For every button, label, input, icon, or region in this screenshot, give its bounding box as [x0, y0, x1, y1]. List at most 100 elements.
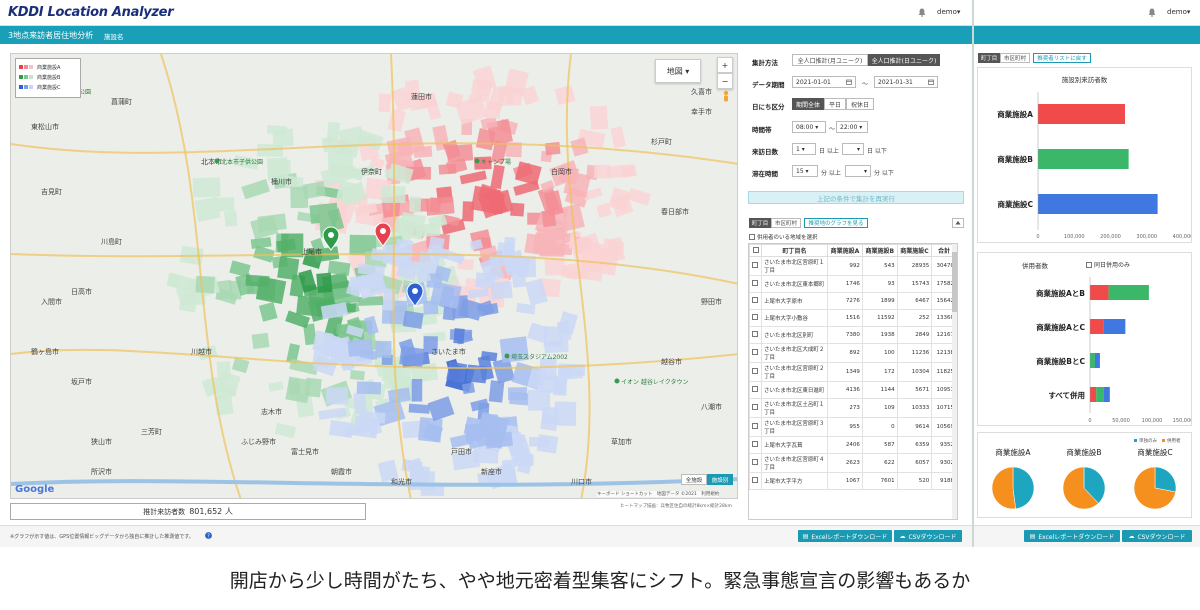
- table-row[interactable]: さいたま市北区宮原町３丁目 955 0 9614 10569: [749, 417, 957, 437]
- col-facility-c[interactable]: 商業施設C: [896, 244, 933, 257]
- table-row[interactable]: さいたま市北区大成町２丁目 892 100 11236 12138: [749, 343, 957, 363]
- row-checkbox[interactable]: [752, 262, 758, 268]
- row-select-cell[interactable]: [749, 275, 762, 293]
- row-select-cell[interactable]: [749, 343, 762, 363]
- stay-from-select[interactable]: 15 ▾: [792, 165, 818, 177]
- table-row[interactable]: さいたま市北区宮原町４丁目 2623 622 6057 9302: [749, 453, 957, 473]
- table-row[interactable]: 上尾市大字原市 7276 1899 6467 15642: [749, 292, 957, 310]
- row-select-cell[interactable]: [749, 472, 762, 490]
- select-all-header[interactable]: [749, 244, 762, 257]
- back-to-list-button[interactable]: 推奨者リストに戻す: [1033, 53, 1091, 63]
- co-visit-bar: [1103, 319, 1126, 334]
- zoom-in-button[interactable]: +: [717, 57, 733, 73]
- toggle-by-facility[interactable]: 施設別: [707, 474, 733, 485]
- help-icon[interactable]: ?: [205, 532, 212, 539]
- row-checkbox[interactable]: [752, 386, 758, 392]
- row-select-cell[interactable]: [749, 326, 762, 344]
- table-row[interactable]: さいたま市北区別町 7380 1938 2849 12167: [749, 326, 957, 344]
- time-to-select[interactable]: 22:00 ▾: [836, 121, 868, 133]
- table-tab-city[interactable]: 市区町村: [771, 218, 801, 228]
- heat-area-c: [408, 403, 431, 414]
- same-day-checkbox[interactable]: [1086, 261, 1092, 268]
- row-select-cell[interactable]: [749, 436, 762, 454]
- row-select-cell[interactable]: [749, 309, 762, 327]
- pegman-icon[interactable]: [721, 90, 731, 104]
- scroll-top-button[interactable]: [952, 218, 964, 228]
- value-cell: 6359: [896, 436, 933, 454]
- document-icon: ▤: [1029, 532, 1036, 540]
- row-checkbox[interactable]: [752, 280, 758, 286]
- excel-download-button-right[interactable]: ▤ Excelレポートダウンロード: [1024, 530, 1120, 542]
- date-to-input[interactable]: 2021-01-31: [874, 76, 938, 88]
- caption: 開店から少し時間がたち、やや地元密着型集客にシフト。緊急事態宣言の影響もあるか: [229, 570, 971, 592]
- table-row[interactable]: さいたま市北区東本郷町 1746 93 15743 17582: [749, 275, 957, 293]
- area-table[interactable]: 町丁目名 商業施設A 商業施設B 商業施設C 合計 さいたま市北区宮原町１丁目 9…: [748, 243, 958, 520]
- map-type-button[interactable]: 地図 ▾: [655, 59, 701, 83]
- row-select-cell[interactable]: [749, 381, 762, 399]
- method-option-daily[interactable]: 全人口推計(日ユニーク): [868, 54, 940, 66]
- row-checkbox[interactable]: [752, 423, 758, 429]
- category-label: 商業施設AとB: [1036, 288, 1085, 298]
- calendar-icon[interactable]: [846, 79, 852, 85]
- csv-download-button-right[interactable]: ☁ CSVダウンロード: [1122, 530, 1192, 542]
- select-all-checkbox[interactable]: [752, 247, 759, 253]
- bell-icon[interactable]: [918, 8, 926, 17]
- zoom-out-button[interactable]: −: [717, 73, 733, 89]
- table-row[interactable]: 上尾市大字小敷谷 1516 11592 252 13360: [749, 309, 957, 327]
- row-checkbox[interactable]: [752, 331, 758, 337]
- user-menu[interactable]: demo▾: [1167, 8, 1190, 16]
- facility-name-label[interactable]: 施設名: [104, 31, 124, 41]
- rerun-button[interactable]: 上記の条件で集計を再実行: [748, 191, 964, 204]
- method-option-monthly[interactable]: 全人口推計(月ユニーク): [792, 54, 868, 66]
- visits-from-select[interactable]: 1 ▾: [792, 143, 816, 155]
- date-from-input[interactable]: 2021-01-01: [792, 76, 856, 88]
- col-facility-b[interactable]: 商業施設B: [861, 244, 898, 257]
- row-select-cell[interactable]: [749, 417, 762, 437]
- table-row[interactable]: さいたま市北区宮原町１丁目 992 543 28935 30470: [749, 256, 957, 276]
- table-scrollbar[interactable]: [952, 244, 957, 519]
- table-tab-town[interactable]: 町丁目: [749, 218, 771, 228]
- co-visit-option[interactable]: 併用者のいる地域を選択: [749, 233, 818, 241]
- user-menu[interactable]: demo▾: [937, 8, 960, 16]
- time-from-select[interactable]: 08:00 ▾: [792, 121, 826, 133]
- row-checkbox[interactable]: [752, 477, 758, 483]
- row-select-cell[interactable]: [749, 453, 762, 473]
- table-row[interactable]: 上尾市大字平方 1067 7601 520 9188: [749, 472, 957, 490]
- daytype-option-all[interactable]: 期間全体: [792, 98, 824, 110]
- map-canvas[interactable]: 東松山市北本市桶川市上尾市さいたま市川越市越谷市春日部市草加市川口市戸田市所沢市…: [11, 54, 738, 499]
- heatmap-map[interactable]: 東松山市 北本市 桶川市 上尾市 さいたま市 川越市 越谷市 春日部市 草加市 川口市 戸田市 所沢市…: [10, 53, 738, 499]
- bar-facility-b: [1038, 149, 1129, 169]
- same-day-option[interactable]: 同日併用のみ: [1086, 260, 1130, 269]
- row-checkbox[interactable]: [752, 349, 758, 355]
- daytype-option-holiday[interactable]: 祝休日: [846, 98, 874, 110]
- row-select-cell[interactable]: [749, 256, 762, 276]
- graph-view-button[interactable]: 推奨地のグラフを見る: [804, 218, 868, 228]
- daytype-option-weekday[interactable]: 平日: [824, 98, 846, 110]
- table-row[interactable]: さいたま市北区土呂町１丁目 273 109 10333 10715: [749, 398, 957, 418]
- visits-to-select[interactable]: ▾: [842, 143, 864, 155]
- right-tab-city[interactable]: 市区町村: [1000, 53, 1030, 63]
- right-tab-town[interactable]: 町丁目: [978, 53, 1000, 63]
- row-checkbox[interactable]: [752, 459, 758, 465]
- bell-icon[interactable]: [1148, 8, 1156, 17]
- row-checkbox[interactable]: [752, 314, 758, 320]
- row-checkbox[interactable]: [752, 404, 758, 410]
- row-select-cell[interactable]: [749, 398, 762, 418]
- co-visit-checkbox[interactable]: [749, 234, 755, 240]
- csv-download-button[interactable]: ☁ CSVダウンロード: [894, 530, 962, 542]
- table-row[interactable]: 上尾市大字瓦葺 2406 587 6359 9352: [749, 436, 957, 454]
- page-header-right: [974, 26, 1200, 44]
- row-checkbox[interactable]: [752, 441, 758, 447]
- excel-download-button[interactable]: ▤ Excelレポートダウンロード: [798, 530, 892, 542]
- row-checkbox[interactable]: [752, 368, 758, 374]
- table-row[interactable]: さいたま市北区宮原町２丁目 1349 172 10304 11825: [749, 362, 957, 382]
- calendar-icon[interactable]: [928, 79, 934, 85]
- toggle-all-facilities[interactable]: 全施設: [681, 474, 707, 485]
- row-select-cell[interactable]: [749, 362, 762, 382]
- row-select-cell[interactable]: [749, 292, 762, 310]
- table-row[interactable]: さいたま市北区東日進町 4136 1144 5671 10951: [749, 381, 957, 399]
- stay-to-select[interactable]: ▾: [845, 165, 871, 177]
- row-checkbox[interactable]: [752, 297, 758, 303]
- col-facility-a[interactable]: 商業施設A: [827, 244, 863, 257]
- col-town[interactable]: 町丁目名: [761, 244, 828, 257]
